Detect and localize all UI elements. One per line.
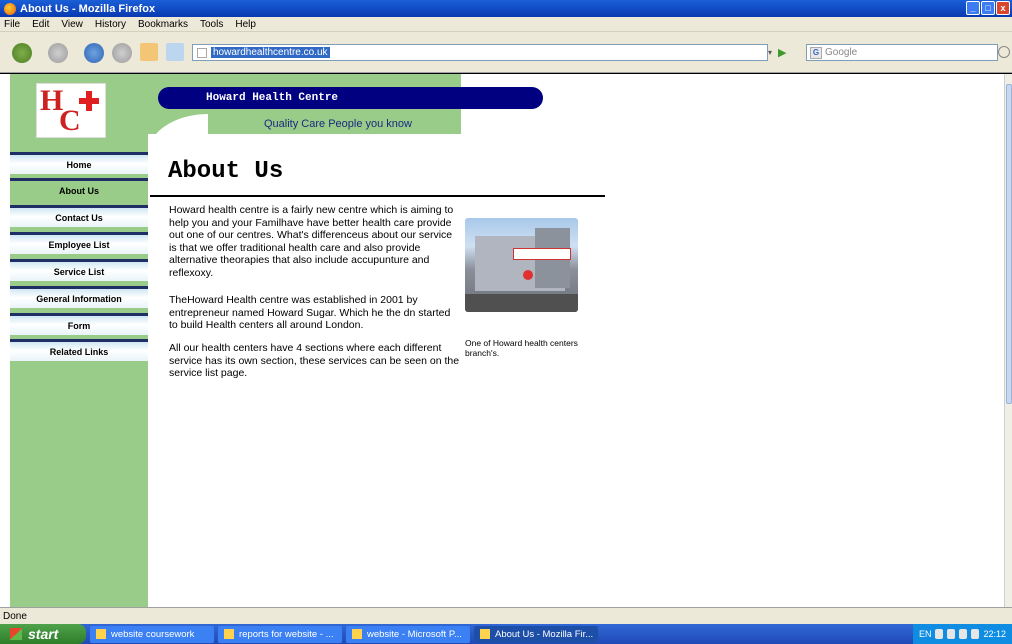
site-logo: H C	[36, 83, 106, 138]
url-bar[interactable]: howardhealthcentre.co.uk	[192, 44, 768, 61]
tray-messenger-icon[interactable]	[971, 629, 980, 639]
vertical-scrollbar[interactable]	[1004, 74, 1012, 607]
nav-home[interactable]: Home	[10, 152, 148, 174]
clock: 22:12	[983, 629, 1006, 639]
presentation-icon	[352, 629, 362, 639]
firefox-icon	[4, 2, 16, 15]
nav-form[interactable]: Form	[10, 313, 148, 335]
task-reports[interactable]: reports for website - ...	[218, 625, 342, 643]
nav-about-us[interactable]: About Us	[10, 178, 148, 200]
windows-logo-icon	[10, 628, 22, 640]
menu-view[interactable]: View	[61, 19, 83, 30]
intro-paragraph: Howard health centre is a fairly new cen…	[169, 204, 454, 279]
task-powerpoint[interactable]: website - Microsoft P...	[346, 625, 470, 643]
tray-volume-icon[interactable]	[947, 629, 956, 639]
tray-network-icon[interactable]	[935, 629, 944, 639]
task-website-coursework[interactable]: website coursework	[90, 625, 214, 643]
task-label: website - Microsoft P...	[367, 628, 462, 640]
window-controls: _ □ x	[966, 1, 1010, 15]
nav-employee-list[interactable]: Employee List	[10, 232, 148, 254]
system-tray: EN 22:12	[912, 624, 1012, 644]
page-title: About Us	[168, 158, 284, 185]
back-arrow-icon[interactable]	[12, 43, 32, 63]
task-firefox[interactable]: About Us - Mozilla Fir...	[474, 625, 598, 643]
menu-edit[interactable]: Edit	[32, 19, 49, 30]
page-favicon-icon	[197, 47, 207, 58]
health-centre-photo	[465, 218, 578, 312]
menu-history[interactable]: History	[95, 19, 126, 30]
folder-icon	[96, 629, 106, 639]
new-tab-icon[interactable]	[166, 43, 184, 61]
nav-service-list[interactable]: Service List	[10, 259, 148, 281]
start-label: start	[28, 626, 59, 642]
google-engine-icon[interactable]: G	[810, 46, 822, 59]
menu-help[interactable]: Help	[235, 19, 256, 30]
search-placeholder: Google	[825, 47, 858, 58]
search-input[interactable]: G Google	[806, 44, 998, 61]
window-title: About Us - Mozilla Firefox	[20, 2, 156, 15]
tray-security-icon[interactable]	[959, 629, 968, 639]
windows-taskbar: start website coursework reports for web…	[0, 624, 1012, 644]
menu-file[interactable]: File	[4, 19, 20, 30]
url-dropdown-icon[interactable]: ▾	[768, 48, 772, 57]
navigation-toolbar: howardhealthcentre.co.uk ▾ ▶ G Google	[0, 32, 1012, 73]
search-icon[interactable]	[998, 46, 1010, 58]
task-label: About Us - Mozilla Fir...	[495, 628, 594, 640]
firefox-icon	[480, 629, 490, 639]
status-text: Done	[3, 610, 27, 622]
close-button[interactable]: x	[996, 1, 1010, 15]
forward-arrow-icon[interactable]	[48, 43, 68, 63]
language-indicator[interactable]: EN	[919, 629, 932, 639]
nav-contact-us[interactable]: Contact Us	[10, 205, 148, 227]
minimize-button[interactable]: _	[966, 1, 980, 15]
site-banner: Howard Health Centre	[158, 87, 543, 109]
page-viewport: H C Home About Us Contact Us Employee Li…	[0, 74, 1004, 607]
menu-bookmarks[interactable]: Bookmarks	[138, 19, 188, 30]
stop-icon[interactable]	[112, 43, 132, 63]
window-titlebar: About Us - Mozilla Firefox _ □ x	[0, 0, 1012, 17]
sections-paragraph: All our health centers have 4 sections w…	[169, 342, 460, 379]
site-tagline: Quality Care People you know	[264, 118, 412, 130]
task-label: website coursework	[111, 628, 195, 640]
nav-related-links[interactable]: Related Links	[10, 339, 148, 361]
photo-caption: One of Howard health centers branch's.	[465, 338, 578, 358]
nav-general-information[interactable]: General Information	[10, 286, 148, 308]
logo-letter-c: C	[59, 104, 81, 137]
scrollbar-thumb[interactable]	[1006, 84, 1012, 404]
red-cross-icon	[79, 91, 99, 111]
reload-icon[interactable]	[84, 43, 104, 63]
maximize-button[interactable]: □	[981, 1, 995, 15]
menu-bar: File Edit View History Bookmarks Tools H…	[0, 17, 1012, 32]
url-text[interactable]: howardhealthcentre.co.uk	[211, 47, 330, 58]
task-label: reports for website - ...	[239, 628, 334, 640]
site-sidebar: H C Home About Us Contact Us Employee Li…	[10, 74, 148, 607]
history-paragraph: TheHoward Health centre was established …	[169, 294, 451, 331]
document-icon	[224, 629, 234, 639]
go-arrow-icon[interactable]: ▶	[778, 46, 786, 59]
go-controls: ▾ ▶	[768, 44, 804, 61]
status-bar: Done	[0, 607, 1012, 624]
start-button[interactable]: start	[0, 624, 86, 644]
title-divider	[150, 195, 605, 197]
menu-tools[interactable]: Tools	[200, 19, 223, 30]
home-icon[interactable]	[140, 43, 158, 61]
